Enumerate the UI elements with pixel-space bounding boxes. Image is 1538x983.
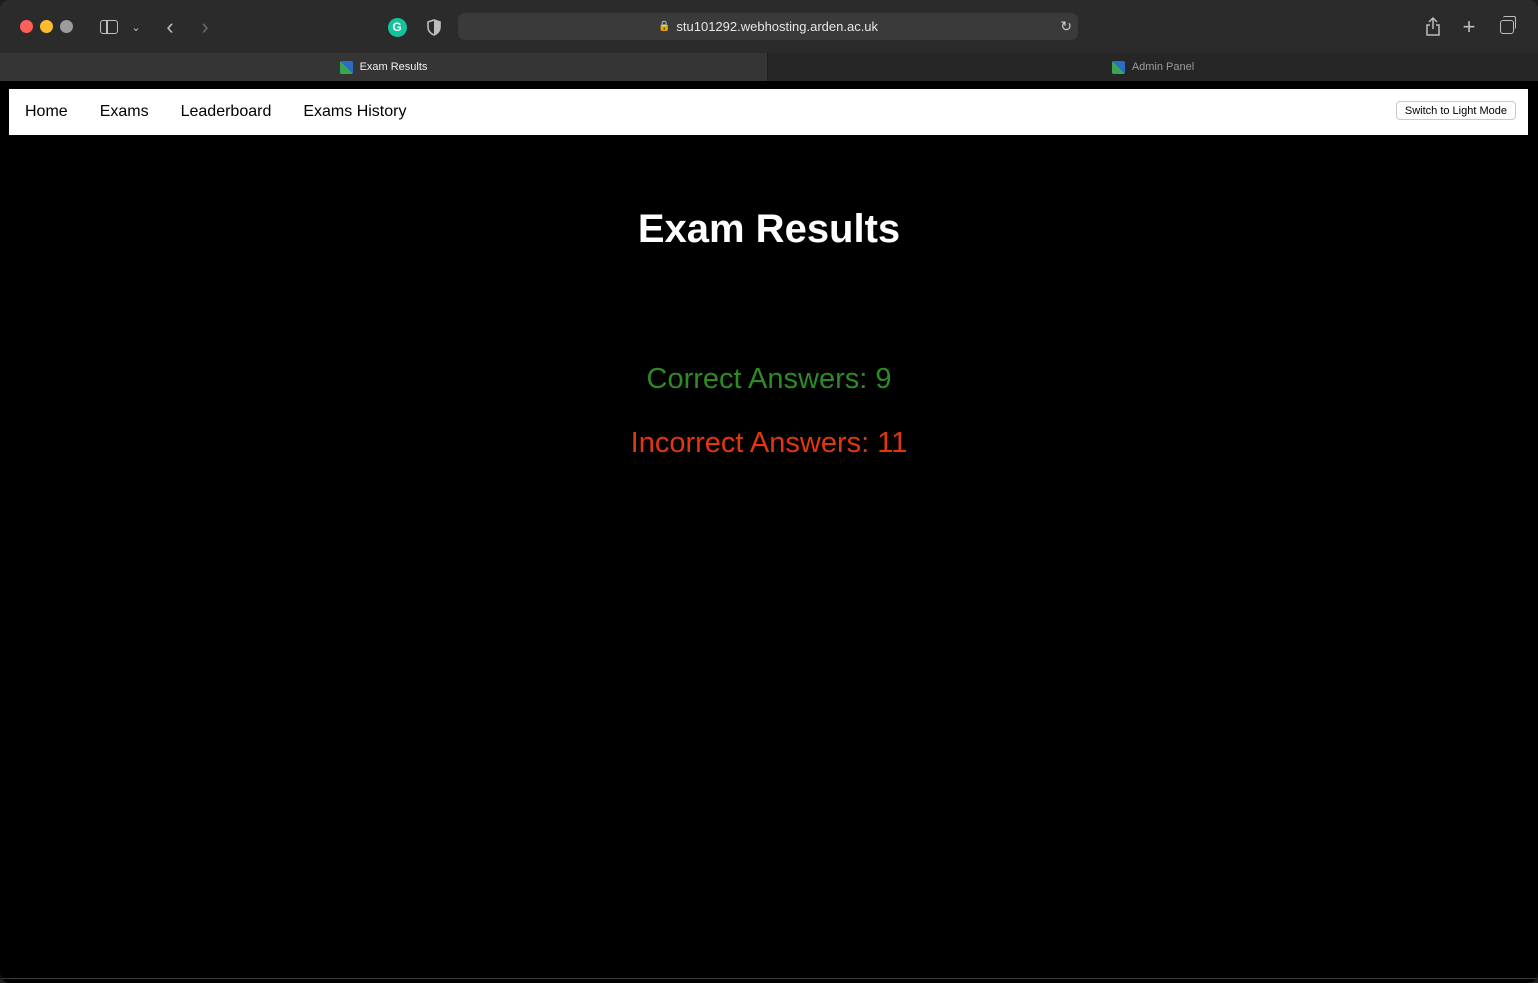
nav-link-exams[interactable]: Exams — [100, 103, 149, 121]
new-tab-icon[interactable]: + — [1459, 14, 1479, 40]
browser-window: ⌄ ‹ › G 🔒 stu101292.webhosting.arden.ac.… — [0, 0, 1538, 983]
nav-link-home[interactable]: Home — [25, 103, 68, 121]
site-navbar: Home Exams Leaderboard Exams History Swi… — [9, 89, 1528, 135]
theme-toggle-button[interactable]: Switch to Light Mode — [1395, 101, 1516, 120]
site-favicon-icon — [1111, 60, 1125, 74]
shield-icon[interactable] — [425, 14, 443, 40]
tab-label: Admin Panel — [1131, 61, 1195, 73]
page-content: Home Exams Leaderboard Exams History Swi… — [0, 81, 1538, 983]
correct-answers-count: Correct Answers: 9 — [646, 363, 892, 395]
sidebar-toggle-icon[interactable] — [98, 14, 120, 40]
back-arrow-icon[interactable]: ‹ — [160, 14, 180, 40]
grammarly-extension-icon[interactable]: G — [387, 14, 407, 40]
page-title: Exam Results — [637, 207, 901, 251]
maximize-window-button[interactable] — [60, 20, 73, 33]
reload-icon[interactable]: ↻ — [1060, 18, 1072, 35]
tab-label: Exam Results — [359, 61, 428, 73]
site-favicon-icon — [339, 60, 353, 74]
lock-icon: 🔒 — [657, 21, 671, 32]
tab-exam-results[interactable]: Exam Results — [0, 53, 767, 81]
tab-overview-icon[interactable] — [1497, 14, 1517, 40]
incorrect-answers-count: Incorrect Answers: 11 — [630, 427, 908, 459]
close-window-button[interactable] — [20, 20, 33, 33]
tab-strip: Exam Results Admin Panel — [0, 53, 1538, 81]
address-bar[interactable]: 🔒 stu101292.webhosting.arden.ac.uk ↻ — [458, 13, 1078, 40]
forward-arrow-icon[interactable]: › — [195, 14, 215, 40]
minimize-window-button[interactable] — [40, 20, 53, 33]
nav-link-exams-history[interactable]: Exams History — [303, 103, 406, 121]
browser-toolbar: ⌄ ‹ › G 🔒 stu101292.webhosting.arden.ac.… — [0, 0, 1538, 54]
share-icon[interactable] — [1423, 14, 1443, 40]
tab-admin-panel[interactable]: Admin Panel — [768, 53, 1538, 81]
url-text: stu101292.webhosting.arden.ac.uk — [676, 19, 879, 34]
nav-link-leaderboard[interactable]: Leaderboard — [181, 103, 272, 121]
chevron-down-icon[interactable]: ⌄ — [130, 14, 142, 40]
window-bottom-divider — [0, 978, 1538, 979]
